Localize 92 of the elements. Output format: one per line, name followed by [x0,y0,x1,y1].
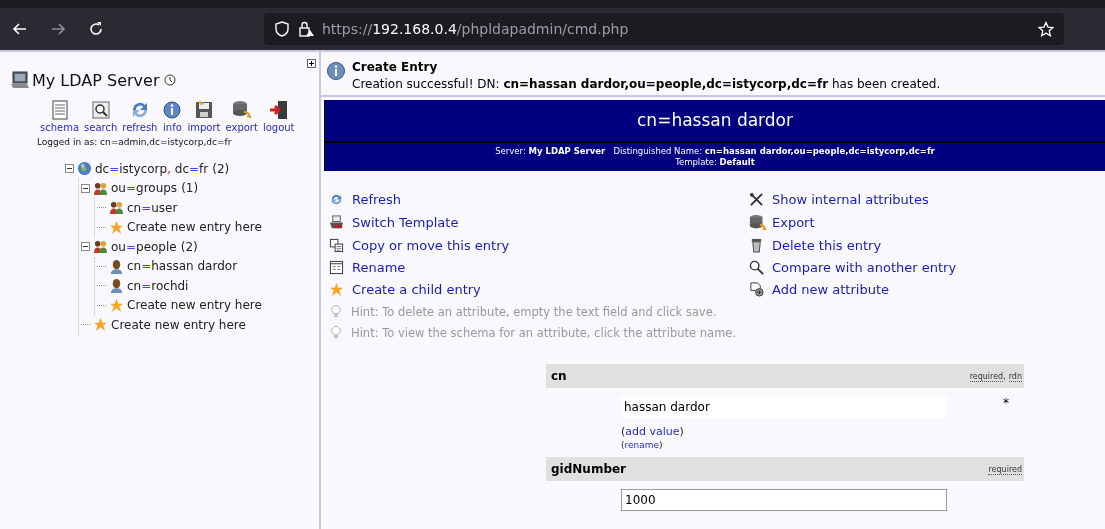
add-document-icon [749,281,764,297]
collapse-toggle[interactable] [81,183,90,193]
globe-icon [77,161,92,177]
action-link[interactable]: Export [772,215,815,231]
dn-value: cn=hassan dardor,ou=people,dc=istycorp,dc=fr [704,146,935,156]
star-icon [329,281,344,297]
message-title: Create Entry [352,60,439,74]
action-link[interactable]: Switch Template [352,215,459,231]
action-link[interactable]: Create a child entry [352,281,481,297]
exit-door-icon [268,100,289,120]
parenthesis: ( [621,425,626,439]
attribute-flag: rdn [1008,371,1022,382]
parenthesis: ( [621,440,625,451]
attribute-link[interactable]: add value [625,425,680,439]
collapse-toggle[interactable] [65,164,74,174]
action-link[interactable]: Copy or move this entry [352,237,510,253]
magnifier-icon [749,259,764,275]
form-icon [329,259,344,275]
clock-icon [164,74,177,86]
tools-icon [749,192,764,208]
lock-warning-icon [298,21,314,37]
people-icon [93,180,108,196]
tree-item[interactable]: cn=hassan dardor [127,259,238,274]
create-entry-link[interactable]: Create new entry here [111,317,246,332]
bookmark-star-icon[interactable] [1038,21,1054,37]
person-icon [109,278,124,294]
flag-separator: , [1003,371,1006,381]
reload-button[interactable] [88,21,104,37]
tree-item[interactable]: ou=people (2) [111,239,198,254]
toolbar-link[interactable]: schema [40,122,80,133]
create-entry-link[interactable]: Create new entry here [127,298,262,313]
shield-icon [274,21,290,37]
action-link[interactable]: Delete this entry [772,237,882,253]
tree-item[interactable]: cn=rochdi [127,278,189,293]
template-value: Default [719,156,755,167]
lightbulb-icon [330,325,342,341]
copy-icon [329,237,344,253]
action-link[interactable]: Rename [352,259,406,275]
action-link[interactable]: Show internal attributes [772,192,929,208]
toolbar-link[interactable]: refresh [122,122,158,133]
tree-item[interactable]: cn=user [127,200,178,215]
lightbulb-icon [330,304,342,320]
floppy-icon [193,100,214,120]
star-icon [93,317,108,333]
expand-panel-icon[interactable] [307,59,316,68]
info-icon [162,100,183,120]
hint-text: Hint: To delete an attribute, empty the text field and click save. [351,304,717,319]
parenthesis: ) [679,425,684,439]
parenthesis: ) [659,440,663,451]
logged-in-text: Logged in as: cn=admin,dc=istycorp,dc=fr [37,137,233,147]
toolbar-link[interactable]: export [225,122,258,133]
tree-item[interactable]: dc=istycorp, dc=fr (2) [95,161,230,176]
message-text: Creation successful! DN: cn=hassan dardor,ou=people,dc=istycorp,dc=fr has been created. [352,77,941,91]
attribute-value-field[interactable]: 1000 [621,489,947,512]
action-link[interactable]: Compare with another entry [772,259,957,275]
entry-title: cn=hassan dardor [325,100,1105,143]
toolbar-link[interactable]: logout [262,122,295,133]
computer-icon [10,70,30,90]
tree-item[interactable]: ou=groups (1) [111,181,199,196]
database-icon [231,100,252,120]
dn-label: Distinguished Name: [613,146,703,156]
create-entry-link[interactable]: Create new entry here [127,220,262,235]
action-link[interactable]: Add new attribute [772,281,889,297]
attribute-name[interactable]: gidNumber [551,462,627,477]
toolbar-link[interactable]: import [187,122,221,133]
toolbar-link[interactable]: info [163,122,182,133]
people-icon [109,200,124,216]
server-name: My LDAP Server [32,70,160,90]
collapse-toggle[interactable] [81,242,90,252]
attribute-name[interactable]: cn [551,369,567,384]
attribute-flag: required [988,464,1022,475]
document-icon [49,100,70,120]
printer-icon [329,215,344,231]
star-icon [109,297,124,313]
action-link[interactable]: Refresh [352,192,402,208]
database-icon [749,213,767,232]
star-icon [109,219,124,235]
attribute-value-field[interactable]: hassan dardor [621,396,947,419]
server-label: Server: [495,146,526,156]
back-button[interactable] [12,21,28,37]
template-label: Template: [675,156,717,167]
people-icon [93,239,108,255]
info-icon [326,61,346,81]
required-marker: * [1003,396,1009,411]
server-value: My LDAP Server [528,146,606,156]
hint-text: Hint: To view the schema for an attribute, click the attribute name. [351,325,737,340]
toolbar-link[interactable]: search [84,122,118,133]
person-icon [109,258,124,274]
search-icon [90,100,111,120]
url-text: https://192.168.0.4/phpldapadmin/cmd.php [322,21,630,37]
trash-icon [749,237,764,253]
address-bar[interactable]: https://192.168.0.4/phpldapadmin/cmd.php [264,13,1064,45]
